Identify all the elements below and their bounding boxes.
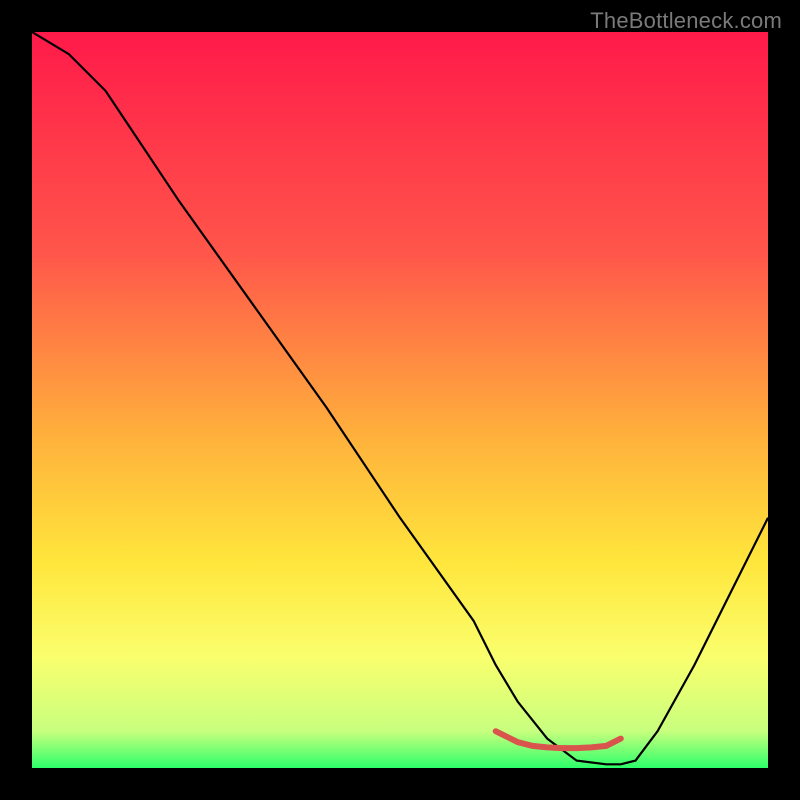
chart-curves [32, 32, 768, 768]
bottleneck-curve [32, 32, 768, 764]
plot-area [32, 32, 768, 768]
optimal-range-marker [496, 731, 621, 748]
watermark-text: TheBottleneck.com [590, 8, 782, 34]
